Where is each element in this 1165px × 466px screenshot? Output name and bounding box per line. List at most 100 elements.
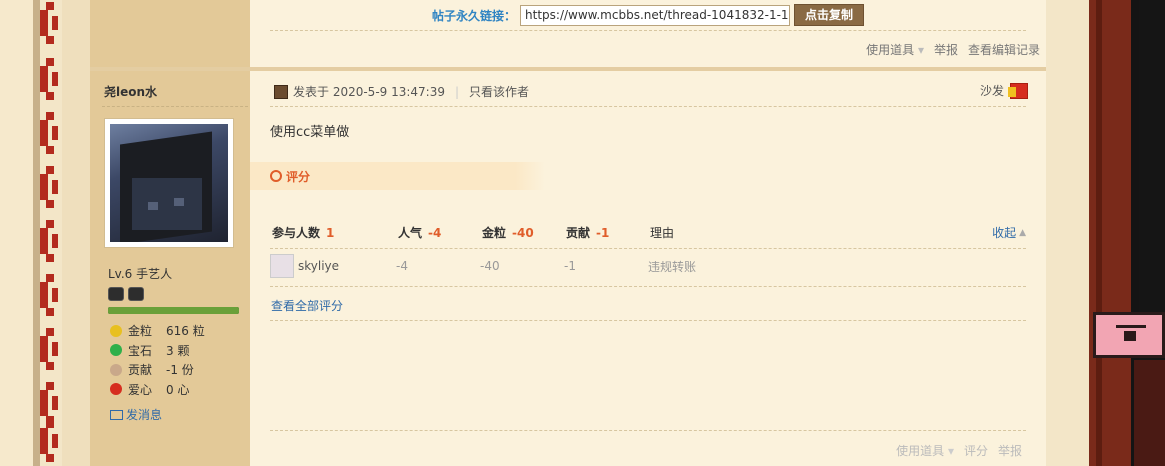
- view-all-ratings-link[interactable]: 查看全部评分: [271, 297, 343, 314]
- meta-divider: |: [455, 84, 460, 99]
- only-author-link[interactable]: 只看该作者: [469, 83, 529, 100]
- left-border-bar: [33, 0, 40, 466]
- username[interactable]: 尧leon水: [104, 83, 157, 100]
- stat-label: 宝石: [128, 343, 153, 358]
- contribution-icon: [110, 363, 122, 376]
- border-ornament-segment: [40, 10, 48, 36]
- border-ornament-segment: [46, 362, 54, 370]
- border-ornament-segment: [52, 288, 58, 302]
- contribution-total: -1: [596, 226, 610, 240]
- user-level[interactable]: Lv.6 手艺人: [108, 265, 172, 282]
- chevron-down-icon: ▾: [947, 444, 954, 458]
- permalink-label: 帖子永久链接：: [432, 8, 517, 23]
- collapse-button[interactable]: 收起 ▲: [992, 224, 1026, 241]
- table-row: skyliye -4 -40 -1 违规转账: [270, 254, 1026, 278]
- stat-value: -1 份: [166, 363, 194, 378]
- permalink-input[interactable]: https://www.mcbbs.net/thread-1041832-1-1…: [520, 4, 791, 26]
- report-link[interactable]: 举报: [998, 442, 1022, 459]
- floor-label[interactable]: 沙发: [980, 82, 1004, 99]
- stat-value: 616 粒: [166, 324, 205, 339]
- send-message-label: 发消息: [126, 408, 163, 422]
- chevron-down-icon: ▾: [917, 43, 924, 57]
- border-ornament-segment: [46, 36, 54, 44]
- row-reason: 违规转账: [648, 259, 697, 274]
- medal-icon[interactable]: [128, 287, 144, 301]
- post-meta: 发表于 2020-5-9 13:47:39 | 只看该作者: [274, 83, 529, 100]
- border-ornament-segment: [40, 282, 48, 308]
- use-item-link[interactable]: 使用道具 ▾: [866, 41, 924, 58]
- send-message-link[interactable]: 发消息: [110, 406, 162, 423]
- envelope-icon: [110, 409, 123, 420]
- rating-header-divider: [270, 248, 1026, 249]
- border-ornament-segment: [52, 342, 58, 356]
- reason-header: 理由: [650, 226, 675, 240]
- username-divider: [102, 106, 248, 107]
- border-ornament-segment: [40, 428, 48, 454]
- bottom-post-actions: 使用道具 ▾ 评分 举报: [896, 442, 1022, 459]
- use-item-link[interactable]: 使用道具 ▾: [896, 442, 954, 459]
- bottom-divider: [270, 430, 1026, 431]
- border-ornament-icon: [40, 220, 58, 262]
- floor-indicator: 沙发: [980, 82, 1028, 99]
- contribution-header: 贡献 -1: [566, 226, 610, 240]
- border-ornament-icon: [40, 2, 58, 44]
- participants-count: 1: [326, 226, 335, 240]
- border-ornament-segment: [52, 434, 58, 448]
- border-ornament-segment: [52, 396, 58, 410]
- stat-label: 金粒: [128, 324, 153, 339]
- stat-value: 3 颗: [166, 343, 190, 358]
- rating-row-divider: [270, 286, 1026, 287]
- stat-gem: 宝石 3 颗: [110, 341, 205, 361]
- right-page-edge: [1046, 0, 1089, 466]
- rating-footer-divider: [270, 320, 1026, 321]
- border-ornament-icon: [40, 58, 58, 100]
- permalink-row: 帖子永久链接： https://www.mcbbs.net/thread-104…: [432, 4, 865, 26]
- avatar-eye-left: [148, 202, 158, 210]
- pink-mascot-icon[interactable]: [1093, 312, 1165, 358]
- border-ornament-segment: [52, 16, 58, 30]
- row-contribution: -1: [564, 259, 576, 273]
- avatar: [270, 254, 294, 278]
- avatar-face: [132, 178, 202, 230]
- edit-history-link[interactable]: 查看编辑记录: [968, 41, 1040, 58]
- rate-link[interactable]: 评分: [964, 442, 988, 459]
- mascot-nose: [1124, 331, 1136, 341]
- post-separator: [90, 67, 1046, 71]
- border-ornament-segment: [46, 146, 54, 154]
- border-ornament-icon: [40, 166, 58, 208]
- copy-link-button[interactable]: 点击复制: [794, 4, 865, 26]
- floor-badge-icon: [1008, 82, 1028, 99]
- row-popularity: -4: [396, 259, 408, 273]
- experience-bar-fill: [108, 307, 239, 314]
- report-link[interactable]: 举报: [934, 41, 958, 58]
- post-content: 使用cc菜单做: [270, 125, 350, 140]
- border-ornament-segment: [40, 390, 48, 416]
- border-ornament-segment: [46, 2, 54, 10]
- rater-user[interactable]: skyliye: [270, 254, 396, 278]
- avatar[interactable]: [104, 118, 234, 248]
- border-ornament-icon: [40, 382, 58, 424]
- border-ornament-segment: [46, 220, 54, 228]
- post-timestamp: 发表于 2020-5-9 13:47:39: [293, 85, 445, 99]
- border-ornament-icon: [40, 274, 58, 316]
- left-border-strip: [0, 0, 33, 466]
- heart-icon: [110, 383, 122, 396]
- user-stats: 金粒 616 粒 宝石 3 颗 贡献 -1 份 爱心 0 心: [110, 321, 205, 399]
- rating-header: 评分: [250, 162, 545, 190]
- border-ornament-icon: [40, 328, 58, 370]
- right-page-border: [1046, 0, 1165, 466]
- stat-heart: 爱心 0 心: [110, 380, 205, 400]
- collapse-label: 收起: [992, 226, 1017, 240]
- border-ornament-segment: [46, 200, 54, 208]
- border-ornament-segment: [40, 174, 48, 200]
- border-ornament-segment: [46, 92, 54, 100]
- border-ornament-segment: [52, 72, 58, 86]
- popularity-total: -4: [428, 226, 442, 240]
- border-ornament-segment: [52, 126, 58, 140]
- gold-nugget-icon: [110, 324, 122, 337]
- top-post-actions: 使用道具 ▾ 举报 查看编辑记录: [866, 41, 1040, 58]
- medal-icon[interactable]: [108, 287, 124, 301]
- participants-header: 参与人数 1: [272, 226, 335, 240]
- border-ornament-segment: [46, 58, 54, 66]
- border-ornament-segment: [40, 120, 48, 146]
